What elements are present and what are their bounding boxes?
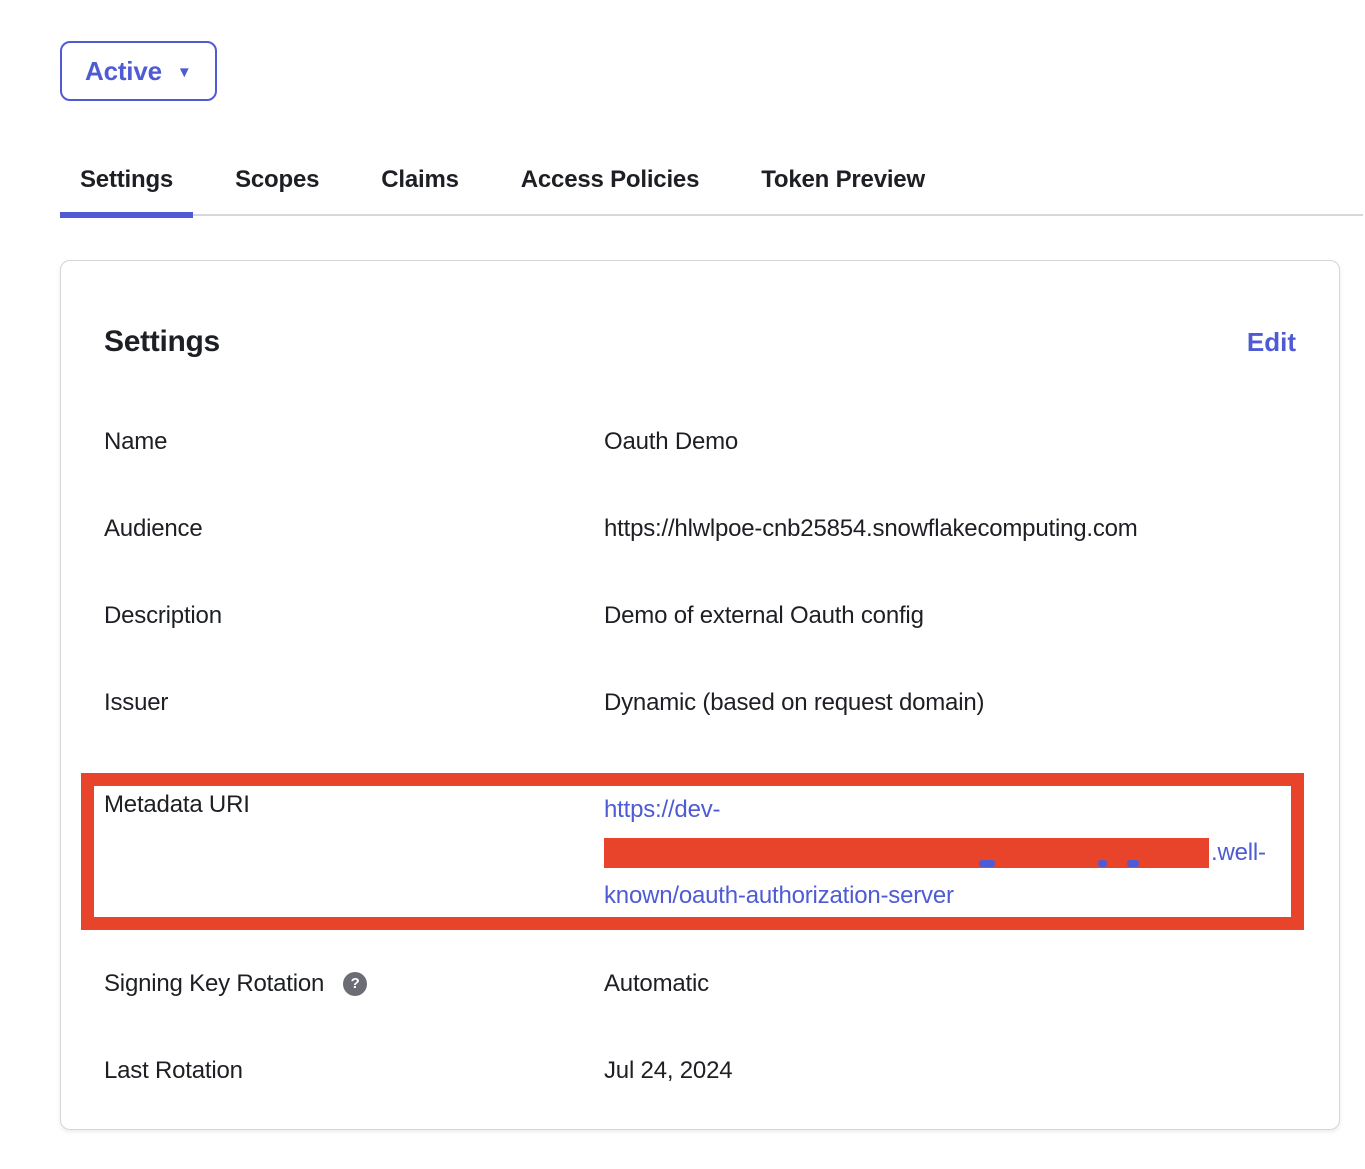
field-row-audience: Audience https://hlwlpoe-cnb25854.snowfl… (104, 512, 1296, 545)
metadata-uri-line3: known/oauth-authorization-server (604, 874, 1266, 917)
tab-token-preview-label: Token Preview (761, 166, 925, 193)
chevron-down-icon: ▼ (177, 65, 192, 80)
field-value: Automatic (604, 967, 709, 1000)
field-row-description: Description Demo of external Oauth confi… (104, 599, 1296, 632)
field-label: Last Rotation (104, 1054, 604, 1087)
tab-access-policies[interactable]: Access Policies (501, 166, 719, 214)
tab-scopes-label: Scopes (235, 166, 319, 193)
annotation-highlight-box: Metadata URI https://dev- .well- k (81, 773, 1304, 930)
field-label: Audience (104, 512, 604, 545)
field-value: Demo of external Oauth config (604, 599, 924, 632)
tab-claims[interactable]: Claims (361, 166, 479, 214)
field-value: Dynamic (based on request domain) (604, 686, 984, 719)
tab-token-preview[interactable]: Token Preview (741, 166, 945, 214)
status-dropdown-button[interactable]: Active ▼ (60, 41, 217, 101)
tab-settings-label: Settings (80, 166, 173, 193)
tab-scopes[interactable]: Scopes (215, 166, 339, 214)
oauth-server-settings-page: Active ▼ Settings Scopes Claims Access P… (0, 0, 1365, 1169)
redacted-text-descender (1127, 860, 1139, 867)
field-value: Jul 24, 2024 (604, 1054, 732, 1087)
redacted-text-descender (1098, 860, 1107, 867)
field-row-last-rotation: Last Rotation Jul 24, 2024 (104, 1054, 1296, 1087)
help-icon[interactable]: ? (343, 972, 367, 996)
edit-button[interactable]: Edit (1247, 327, 1296, 357)
tab-claims-label: Claims (381, 166, 459, 193)
metadata-uri-line2: .well- (604, 831, 1266, 874)
field-row-metadata-uri: Metadata URI https://dev- .well- k (104, 788, 1291, 917)
field-label: Description (104, 599, 604, 632)
field-label: Metadata URI (104, 788, 604, 821)
tab-access-policies-label: Access Policies (521, 166, 699, 193)
tab-settings[interactable]: Settings (60, 166, 193, 214)
card-title: Settings (104, 325, 220, 359)
field-value: https://hlwlpoe-cnb25854.snowflakecomput… (604, 512, 1138, 545)
status-label: Active (85, 56, 162, 87)
redaction-bar (604, 838, 1209, 868)
field-label: Signing Key Rotation (104, 967, 324, 1000)
metadata-uri-link[interactable]: https://dev- .well- known/oauth-authoriz… (604, 788, 1266, 917)
field-row-signing-key-rotation: Signing Key Rotation ? Automatic (104, 967, 1296, 1000)
tab-bar: Settings Scopes Claims Access Policies T… (60, 166, 1363, 216)
field-row-issuer: Issuer Dynamic (based on request domain) (104, 686, 1296, 719)
field-label: Issuer (104, 686, 604, 719)
metadata-uri-suffix: .well- (1211, 831, 1266, 874)
settings-card-header: Settings Edit (104, 325, 1296, 359)
field-value: Oauth Demo (604, 425, 738, 458)
field-row-name: Name Oauth Demo (104, 425, 1296, 458)
metadata-uri-line1: https://dev- (604, 788, 1266, 831)
settings-card: Settings Edit Name Oauth Demo Audience h… (60, 260, 1340, 1130)
settings-field-list: Name Oauth Demo Audience https://hlwlpoe… (104, 425, 1296, 1087)
redacted-text-descender (979, 860, 995, 867)
field-label: Name (104, 425, 604, 458)
